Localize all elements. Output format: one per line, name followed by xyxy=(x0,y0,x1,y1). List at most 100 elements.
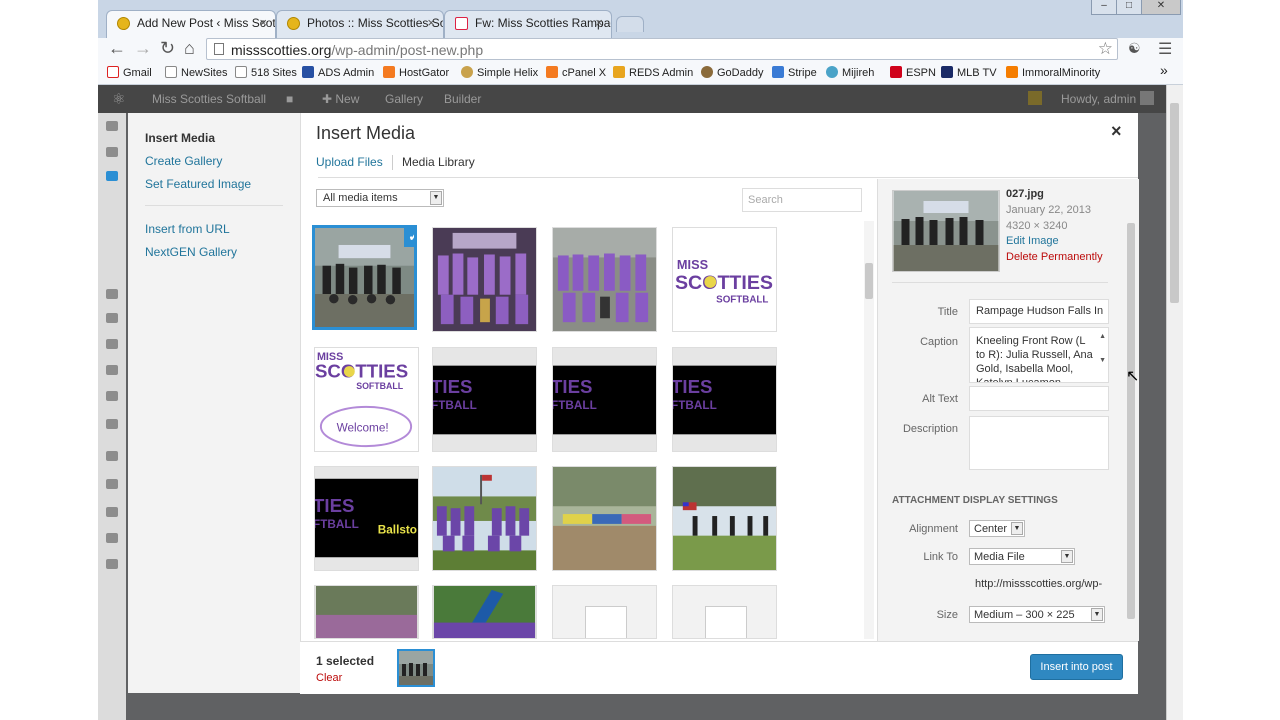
bookmark-espn[interactable]: ESPN xyxy=(890,66,936,79)
tab-media-library[interactable]: Media Library xyxy=(402,155,475,169)
links-icon[interactable] xyxy=(106,313,118,323)
admin-bar-site-name[interactable]: Miss Scotties Softball xyxy=(152,92,266,106)
bookmark-518-sites[interactable]: 518 Sites xyxy=(235,66,297,79)
media-library-icon[interactable] xyxy=(106,289,118,299)
close-icon[interactable]: × xyxy=(1111,121,1122,142)
menu-icon[interactable]: ☰ xyxy=(1158,39,1172,59)
address-bar[interactable]: missscotties.org/wp-admin/post-new.php ☆ xyxy=(206,38,1118,60)
link-url-input[interactable]: http://missscotties.org/wp- xyxy=(969,572,1113,597)
forward-icon[interactable]: → xyxy=(134,38,152,59)
menu-set-featured-image[interactable]: Set Featured Image xyxy=(145,177,251,191)
comments-icon[interactable]: ■ xyxy=(286,92,293,106)
delete-permanently-link[interactable]: Delete Permanently xyxy=(1006,251,1103,263)
clear-selection-link[interactable]: Clear xyxy=(316,672,342,684)
alt-text-input[interactable] xyxy=(969,386,1109,411)
close-window-icon[interactable]: ✕ xyxy=(1141,0,1181,15)
attachment-thumbnail[interactable] xyxy=(552,227,657,332)
insert-into-post-button[interactable]: Insert into post xyxy=(1030,654,1123,680)
alignment-select[interactable]: Center ▼ xyxy=(969,520,1025,537)
admin-bar-gallery[interactable]: Gallery xyxy=(385,92,423,106)
grid-scrollbar-thumb[interactable] xyxy=(865,263,873,299)
sidebar-scrollbar-thumb[interactable] xyxy=(1127,223,1135,619)
attachment-thumbnail[interactable] xyxy=(432,466,537,571)
plugins-icon[interactable] xyxy=(106,479,118,489)
grid-scrollbar[interactable] xyxy=(864,221,874,639)
attachment-thumbnail[interactable] xyxy=(672,466,777,571)
menu-insert-media[interactable]: Insert Media xyxy=(145,131,215,145)
notification-icon[interactable] xyxy=(1028,91,1042,105)
attachment-logo[interactable]: MISS SCOTTIES SOFTBALL xyxy=(672,227,777,332)
check-icon[interactable]: ✓ xyxy=(404,228,414,247)
menu-create-gallery[interactable]: Create Gallery xyxy=(145,154,222,168)
reload-icon[interactable]: ↻ xyxy=(160,38,175,59)
page-scrollbar[interactable] xyxy=(1166,85,1183,720)
attachment-document[interactable] xyxy=(672,585,777,639)
wordpress-logo-icon[interactable]: ⚛ xyxy=(112,90,125,108)
tab-gmail[interactable]: Fw: Miss Scotties Rampag × xyxy=(444,10,612,38)
tab-close-icon[interactable]: × xyxy=(595,15,603,30)
dashboard-icon[interactable] xyxy=(106,121,118,131)
title-input[interactable]: Rampage Hudson Falls In xyxy=(969,299,1109,324)
attachment-thumbnail[interactable] xyxy=(314,585,419,639)
attachment-banner-ballston[interactable]: TIES FTBALL Ballsto xyxy=(314,466,419,571)
bookmark-godaddy[interactable]: GoDaddy xyxy=(701,66,763,79)
comments-icon[interactable] xyxy=(106,365,118,375)
media-filter-select[interactable]: All media items ▼ xyxy=(316,189,444,207)
bookmark-simple-helix[interactable]: Simple Helix xyxy=(461,66,538,79)
tab-close-icon[interactable]: × xyxy=(427,15,435,30)
admin-bar-greeting[interactable]: Howdy, admin xyxy=(1061,92,1136,106)
scroll-down-icon[interactable]: ▼ xyxy=(1099,354,1106,368)
minimize-icon[interactable]: – xyxy=(1091,0,1117,15)
users-icon[interactable] xyxy=(106,507,118,517)
page-scrollbar-thumb[interactable] xyxy=(1170,103,1179,303)
size-select[interactable]: Medium – 300 × 225 ▼ xyxy=(969,606,1105,623)
menu-nextgen-gallery[interactable]: NextGEN Gallery xyxy=(145,245,237,259)
tab-photos[interactable]: Photos :: Miss Scotties Sof × xyxy=(276,10,444,38)
tab-add-new-post[interactable]: Add New Post ‹ Miss Scot × xyxy=(106,10,276,38)
attachment-document[interactable] xyxy=(552,585,657,639)
attachment-welcome[interactable]: MISS SCOTTIES SOFTBALL Welcome! xyxy=(314,347,419,452)
pages-icon[interactable] xyxy=(106,339,118,349)
attachment-banner[interactable]: TIES FTBALL xyxy=(552,347,657,452)
bookmark-stripe[interactable]: Stripe xyxy=(772,66,817,79)
attachment-thumbnail[interactable] xyxy=(432,227,537,332)
description-textarea[interactable] xyxy=(969,416,1109,470)
bookmark-mlb-tv[interactable]: MLB TV xyxy=(941,66,997,79)
edit-image-link[interactable]: Edit Image xyxy=(1006,235,1059,247)
selection-thumbnail[interactable] xyxy=(397,649,435,687)
admin-bar-builder[interactable]: Builder xyxy=(444,92,481,106)
back-icon[interactable]: ← xyxy=(108,38,126,59)
bookmark-mijireh[interactable]: Mijireh xyxy=(826,66,874,79)
bookmark-immoralminority[interactable]: ImmoralMinority xyxy=(1006,66,1100,79)
bookmark-ads-admin[interactable]: ADS Admin xyxy=(302,66,374,79)
bookmark-newsites[interactable]: NewSites xyxy=(165,66,227,79)
posts-icon[interactable] xyxy=(106,171,118,181)
admin-bar-new[interactable]: ✚ New xyxy=(322,92,359,106)
attachment-banner[interactable]: TIES FTBALL xyxy=(432,347,537,452)
attachment-banner[interactable]: TIES FTBALL xyxy=(672,347,777,452)
gallery-icon[interactable] xyxy=(106,391,118,401)
attachment-027-selected[interactable]: ✓ xyxy=(312,225,417,330)
bookmark-hostgator[interactable]: HostGator xyxy=(383,66,449,79)
bookmarks-overflow-icon[interactable]: » xyxy=(1160,62,1168,78)
media-search-input[interactable]: Search xyxy=(742,188,862,212)
link-to-select[interactable]: Media File ▼ xyxy=(969,548,1075,565)
maximize-icon[interactable]: □ xyxy=(1116,0,1142,15)
tools-icon[interactable] xyxy=(106,533,118,543)
feedback-icon[interactable] xyxy=(106,419,118,429)
tab-upload-files[interactable]: Upload Files xyxy=(316,155,383,169)
settings-icon[interactable] xyxy=(106,559,118,569)
menu-insert-from-url[interactable]: Insert from URL xyxy=(145,222,230,236)
appearance-icon[interactable] xyxy=(106,451,118,461)
bookmark-cpanel-x[interactable]: cPanel X xyxy=(546,66,606,79)
avatar[interactable] xyxy=(1140,91,1154,105)
bookmark-reds-admin[interactable]: REDS Admin xyxy=(613,66,693,79)
new-tab-button[interactable] xyxy=(616,16,644,32)
media-icon[interactable] xyxy=(106,147,118,157)
tab-close-icon[interactable]: × xyxy=(259,15,267,30)
caption-textarea[interactable]: Kneeling Front Row (L to R): Julia Russe… xyxy=(969,327,1109,383)
bookmark-gmail[interactable]: Gmail xyxy=(107,66,152,79)
translate-icon[interactable]: ☯ xyxy=(1128,40,1141,57)
home-icon[interactable]: ⌂ xyxy=(184,38,195,59)
attachment-thumbnail[interactable] xyxy=(432,585,537,639)
